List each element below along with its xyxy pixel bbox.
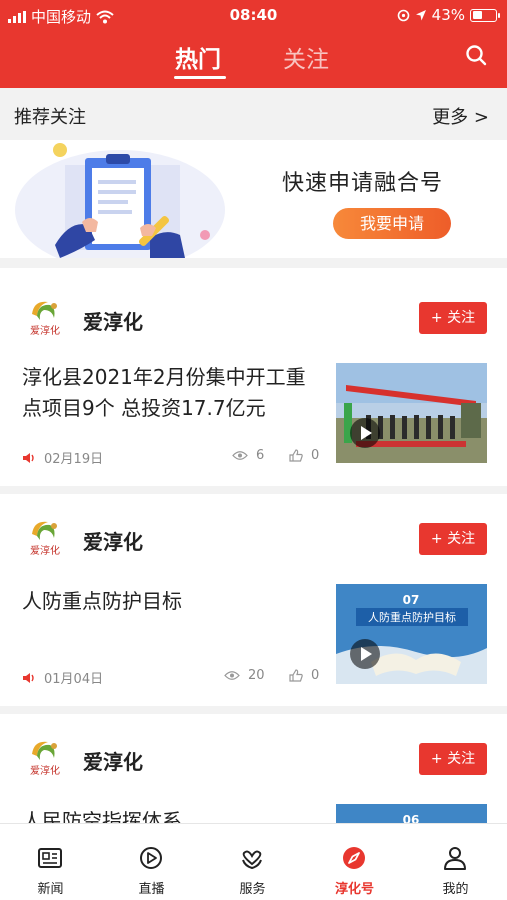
svg-text:爱淳化: 爱淳化 xyxy=(30,324,60,337)
location-icon xyxy=(415,9,426,20)
publish-date: 01月04日 xyxy=(44,672,104,687)
nav-label: 淳化号 xyxy=(334,882,374,897)
speaker-icon xyxy=(23,452,34,463)
like-count: 0 xyxy=(311,448,320,463)
follow-button[interactable]: + 关注 xyxy=(419,302,487,334)
nav-live[interactable]: 直播 xyxy=(101,824,202,900)
nav-mine[interactable]: 我的 xyxy=(405,824,506,900)
nav-chunhua-account[interactable]: 淳化号 xyxy=(304,824,405,900)
orientation-lock-icon xyxy=(397,9,409,21)
nav-label: 我的 xyxy=(442,882,469,897)
video-thumbnail[interactable]: 06 xyxy=(336,804,487,823)
nav-news[interactable]: 新闻 xyxy=(0,824,101,900)
tab-hot[interactable]: 热门 xyxy=(175,40,221,74)
recommend-title: 推荐关注 xyxy=(14,107,86,128)
thumbs-up-icon[interactable] xyxy=(289,449,303,462)
status-bar: 中国移动 08:40 43% xyxy=(0,6,507,26)
search-icon[interactable] xyxy=(465,44,487,66)
article-headline[interactable]: 人民防空指挥体系 xyxy=(22,806,322,823)
nav-label: 新闻 xyxy=(37,882,64,897)
avatar[interactable]: 爱淳化 xyxy=(24,296,66,338)
thumb-number: 06 xyxy=(403,813,420,823)
play-icon[interactable] xyxy=(350,639,380,669)
follow-button[interactable]: + 关注 xyxy=(419,743,487,775)
svg-text:爱淳化: 爱淳化 xyxy=(30,544,60,557)
like-count: 0 xyxy=(311,668,320,683)
view-count: 6 xyxy=(256,448,265,463)
clipboard-illustration xyxy=(15,143,225,258)
banner-title: 快速申请融合号 xyxy=(282,171,444,196)
view-count: 20 xyxy=(248,668,265,683)
video-thumbnail[interactable]: 07 人防重点防护目标 xyxy=(336,584,487,684)
avatar[interactable]: 爱淳化 xyxy=(24,516,66,558)
more-link[interactable]: 更多 > xyxy=(432,103,489,129)
active-tab-indicator xyxy=(174,76,226,79)
author-name[interactable]: 爱淳化 xyxy=(83,526,143,555)
speaker-icon xyxy=(23,672,34,683)
service-icon xyxy=(242,850,262,870)
article-headline[interactable]: 淳化县2021年2月份集中开工重点项目9个 总投资17.7亿元 xyxy=(22,362,322,424)
battery-icon xyxy=(470,8,500,22)
play-icon[interactable] xyxy=(350,418,380,448)
follow-button[interactable]: + 关注 xyxy=(419,523,487,555)
feed-card[interactable]: 爱淳化 爱淳化 + 关注 人民防空指挥体系 06 xyxy=(0,714,507,823)
eye-icon xyxy=(224,671,240,680)
thumb-number: 07 xyxy=(403,593,420,607)
aichunhua-logo-icon: 爱淳化 xyxy=(30,521,60,557)
thumb-title: 人防重点防护目标 xyxy=(368,610,456,624)
svg-text:爱淳化: 爱淳化 xyxy=(30,764,60,777)
author-name[interactable]: 爱淳化 xyxy=(83,306,143,335)
recommend-bar: 推荐关注 更多 > xyxy=(0,88,507,140)
feed-card[interactable]: 爱淳化 爱淳化 + 关注 淳化县2021年2月份集中开工重点项目9个 总投资17… xyxy=(0,268,507,486)
aichunhua-logo-icon: 爱淳化 xyxy=(30,741,60,777)
aichunhua-logo-icon: 爱淳化 xyxy=(30,301,60,337)
compass-icon xyxy=(343,847,365,869)
publish-date: 02月19日 xyxy=(44,452,104,467)
battery-percent: 43% xyxy=(431,6,465,24)
nav-label: 服务 xyxy=(239,882,266,897)
live-icon xyxy=(140,847,162,869)
news-icon xyxy=(38,848,62,868)
author-name[interactable]: 爱淳化 xyxy=(83,746,143,775)
apply-banner[interactable]: 快速申请融合号 我要申请 xyxy=(0,140,507,258)
feed-card[interactable]: 爱淳化 爱淳化 + 关注 人防重点防护目标 07 人防重点防护目标 01月04日… xyxy=(0,494,507,706)
nav-label: 直播 xyxy=(138,882,165,897)
article-headline[interactable]: 人防重点防护目标 xyxy=(22,586,322,617)
nav-service[interactable]: 服务 xyxy=(202,824,303,900)
user-icon xyxy=(444,847,466,870)
video-thumbnail[interactable] xyxy=(336,363,487,463)
tab-follow[interactable]: 关注 xyxy=(283,40,329,74)
app-header: 中国移动 08:40 43% 热门 关注 xyxy=(0,0,507,88)
bottom-nav: 新闻 直播 服务 淳化号 我的 xyxy=(0,823,507,900)
thumbs-up-icon[interactable] xyxy=(289,669,303,682)
avatar[interactable]: 爱淳化 xyxy=(24,736,66,778)
apply-button[interactable]: 我要申请 xyxy=(333,208,451,239)
eye-icon xyxy=(232,451,248,460)
